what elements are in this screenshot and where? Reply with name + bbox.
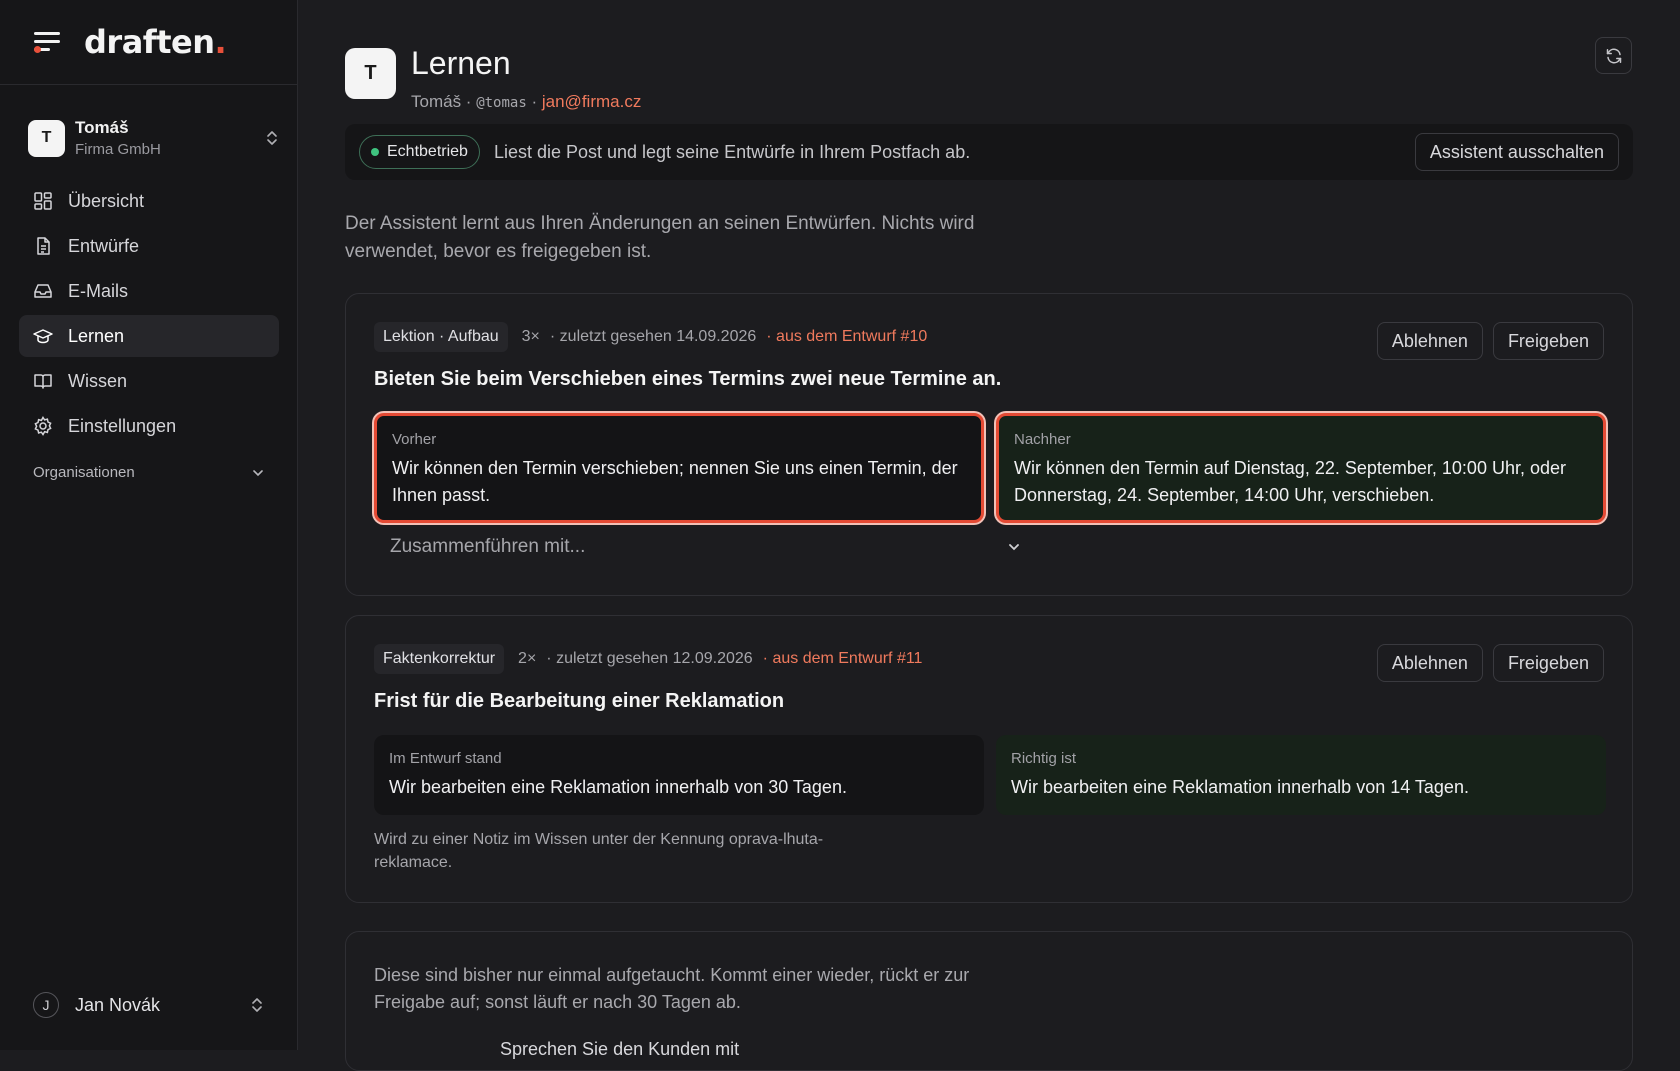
sidebar-item-overview[interactable]: Übersicht	[19, 180, 279, 222]
last-seen: · zuletzt gesehen 12.09.2026	[546, 650, 753, 667]
menu-icon[interactable]	[34, 31, 60, 53]
reject-button[interactable]: Ablehnen	[1376, 322, 1483, 360]
page-title: Lernen	[411, 45, 511, 81]
grid-icon	[34, 192, 52, 210]
fact-correction-card: Faktenkorrektur 2× · zuletzt gesehen 12.…	[345, 615, 1633, 903]
sidebar-item-knowledge[interactable]: Wissen	[19, 360, 279, 402]
refresh-button[interactable]	[1595, 37, 1632, 74]
org-avatar: T	[28, 119, 65, 157]
sidebar: draften. T Tomáš Firma GmbH Übersicht En…	[0, 0, 298, 1050]
approve-button[interactable]: Freigeben	[1492, 644, 1604, 682]
refresh-icon	[1606, 48, 1621, 63]
inbox-icon	[34, 284, 52, 298]
occurrence-count: 2×	[518, 650, 537, 667]
status-bar: Echtbetrieb Liest die Post und legt sein…	[345, 124, 1633, 180]
source-draft-link[interactable]: · aus dem Entwurf #10	[766, 328, 927, 346]
sidebar-item-drafts[interactable]: Entwürfe	[19, 225, 279, 267]
assistant-avatar: T	[345, 48, 396, 99]
sidebar-item-label: Einstellungen	[68, 415, 177, 436]
lesson-actions: Ablehnen Freigeben	[1376, 644, 1604, 682]
user-avatar: J	[33, 992, 59, 1018]
correct-value-text: Wir bearbeiten eine Reklamation innerhal…	[1011, 777, 1469, 797]
sidebar-item-label: Übersicht	[68, 190, 145, 211]
lesson-title: Bieten Sie beim Verschieben eines Termin…	[374, 368, 1002, 390]
lesson-title: Frist für die Bearbeitung einer Reklamat…	[374, 690, 785, 712]
intro-text: Der Assistent lernt aus Ihren Änderungen…	[345, 213, 975, 262]
pending-description: Diese sind bisher nur einmal aufgetaucht…	[374, 965, 970, 1012]
main-content: T Lernen Tomáš · @tomas · jan@firma.cz E…	[299, 0, 1680, 1071]
org-switcher[interactable]: T Tomáš Firma GmbH	[28, 110, 280, 166]
org-name: Tomáš	[75, 118, 129, 137]
assistant-email[interactable]: jan@firma.cz	[542, 92, 641, 111]
reject-button[interactable]: Ablehnen	[1376, 644, 1483, 682]
draft-value-text: Wir bearbeiten eine Reklamation innerhal…	[389, 777, 847, 797]
correct-value-label: Richtig ist	[1011, 750, 1077, 767]
sidebar-item-settings[interactable]: Einstellungen	[19, 405, 279, 447]
org-company: Firma GmbH	[75, 141, 161, 158]
status-text: Liest die Post und legt seine Entwürfe i…	[493, 141, 971, 162]
lesson-meta: Lektion · Aufbau 3× · zuletzt gesehen 14…	[374, 322, 927, 352]
sidebar-item-label: E-Mails	[68, 280, 129, 301]
after-text: Wir können den Termin auf Dienstag, 22. …	[1014, 458, 1566, 505]
sidebar-item-label: Lernen	[68, 325, 125, 346]
graduation-cap-icon	[33, 329, 53, 344]
lesson-card: Lektion · Aufbau 3× · zuletzt gesehen 14…	[345, 293, 1633, 596]
draft-value-box: Im Entwurf stand Wir bearbeiten eine Rek…	[374, 735, 984, 815]
before-label: Vorher	[392, 431, 437, 448]
occurrence-count: 3×	[521, 328, 540, 345]
assistant-name: Tomáš	[411, 92, 462, 111]
live-dot-icon	[371, 148, 379, 156]
user-menu[interactable]: J Jan Novák	[33, 992, 265, 1018]
approve-button[interactable]: Freigeben	[1492, 322, 1604, 360]
after-box: Nachher Wir können den Termin auf Dienst…	[996, 413, 1606, 523]
chevron-updown-icon	[252, 998, 262, 1012]
lesson-tag: Faktenkorrektur	[374, 644, 505, 674]
chevron-updown-icon	[267, 131, 277, 145]
document-icon	[37, 237, 50, 255]
assistant-handle: @tomas	[476, 95, 527, 111]
page-header: T Lernen Tomáš · @tomas · jan@firma.cz	[345, 46, 641, 112]
lesson-tag: Lektion · Aufbau	[374, 322, 508, 352]
last-seen: · zuletzt gesehen 14.09.2026	[549, 328, 757, 345]
before-text: Wir können den Termin verschieben; nenne…	[392, 458, 958, 505]
source-draft-link[interactable]: · aus dem Entwurf #11	[763, 650, 923, 668]
chevron-down-icon	[253, 469, 263, 476]
organizations-toggle[interactable]: Organisationen	[33, 464, 265, 481]
merge-placeholder: Zusammenführen mit...	[390, 536, 586, 557]
sidebar-item-label: Entwürfe	[68, 235, 140, 256]
logo[interactable]: draften.	[84, 23, 227, 61]
section-label: Organisationen	[33, 464, 135, 481]
user-name: Jan Novák	[75, 994, 161, 1015]
status-badge: Echtbetrieb	[359, 135, 480, 169]
sidebar-item-emails[interactable]: E-Mails	[19, 270, 279, 312]
disable-assistant-button[interactable]: Assistent ausschalten	[1414, 133, 1619, 171]
sidebar-header: draften.	[0, 0, 297, 85]
before-box: Vorher Wir können den Termin verschieben…	[374, 413, 984, 523]
draft-value-label: Im Entwurf stand	[389, 750, 502, 767]
lesson-meta: Faktenkorrektur 2× · zuletzt gesehen 12.…	[374, 644, 922, 674]
chevron-down-icon	[1009, 544, 1019, 551]
correct-value-box: Richtig ist Wir bearbeiten eine Reklamat…	[996, 735, 1606, 815]
sidebar-nav: Übersicht Entwürfe E-Mails Lernen Wissen…	[19, 180, 279, 450]
sidebar-item-label: Wissen	[68, 370, 128, 391]
pending-lessons-card: Diese sind bisher nur einmal aufgetaucht…	[345, 931, 1633, 1071]
page-subtitle: Tomáš · @tomas · jan@firma.cz	[411, 92, 642, 111]
gear-icon	[34, 416, 52, 436]
lesson-actions: Ablehnen Freigeben	[1376, 322, 1604, 360]
merge-select[interactable]: Zusammenführen mit...	[390, 532, 1022, 562]
knowledge-note: Wird zu einer Notiz im Wissen unter der …	[374, 831, 824, 871]
book-icon	[34, 374, 52, 389]
sidebar-item-learning[interactable]: Lernen	[19, 315, 279, 357]
after-label: Nachher	[1014, 431, 1071, 448]
